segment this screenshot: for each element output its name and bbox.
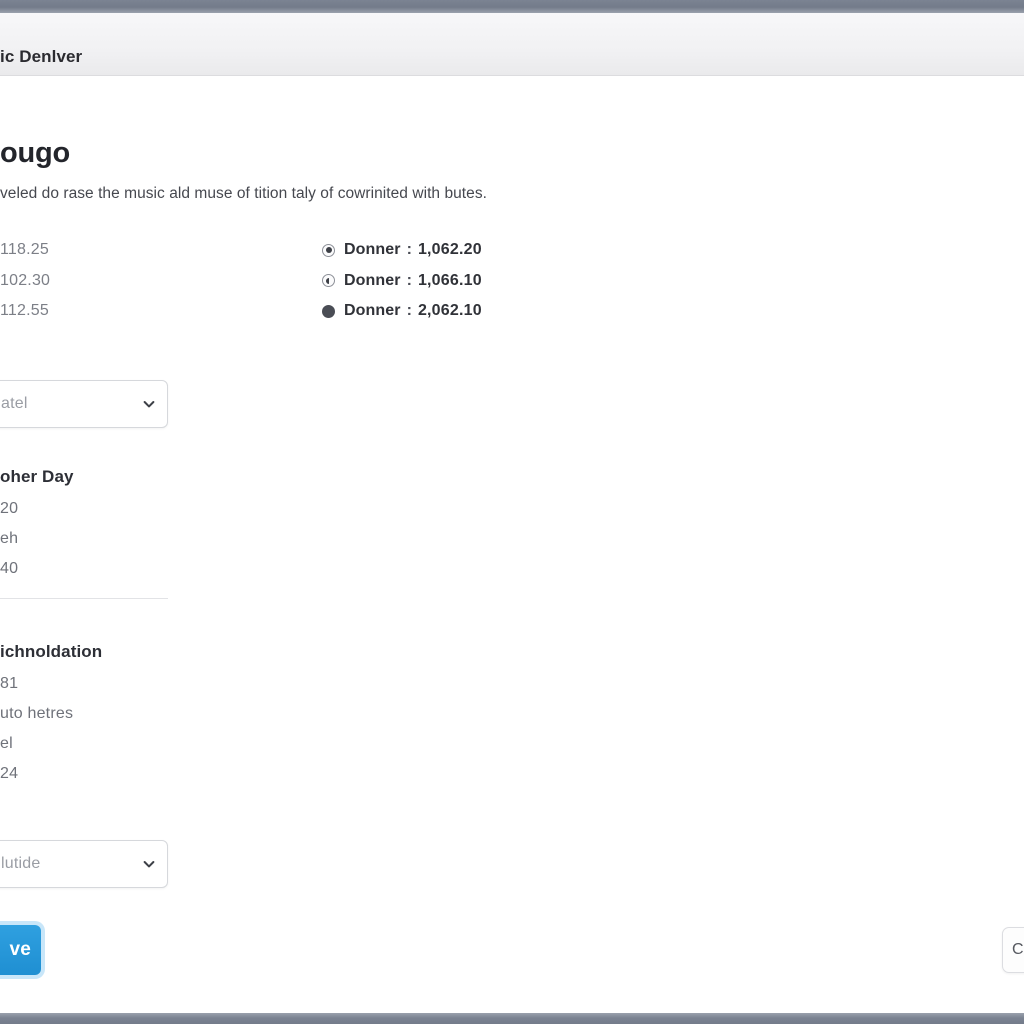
section-divider	[0, 598, 168, 599]
tab-strip: ic Denlver	[0, 13, 1024, 76]
window-statusbar	[0, 1013, 1024, 1024]
form-content-area: ougo veled do rase the music ald muse of…	[0, 77, 1024, 1013]
donation-options-group: Donner : 1,062.20 Donner : 1,066.10 Donn…	[322, 235, 482, 327]
application-window: ic Denlver ougo veled do rase the music …	[0, 0, 1024, 1024]
donor-amount: 1,062.20	[417, 241, 482, 259]
save-button[interactable]: ve	[0, 925, 41, 975]
amount-value: 118.25	[0, 241, 49, 258]
schedule-heading: oher Day	[0, 467, 74, 486]
donor-separator: :	[406, 271, 412, 289]
page-description: veled do rase the music ald muse of titi…	[0, 185, 487, 202]
schedule-line: 20	[0, 500, 19, 517]
tab-active-label[interactable]: ic Denlver	[0, 47, 82, 67]
contribution-block: ichnoldation 81 uto hetres el 24	[0, 642, 260, 789]
contribution-line: uto hetres	[0, 705, 74, 722]
location-select-value: atel	[1, 395, 28, 412]
frequency-select[interactable]: lutide	[0, 840, 168, 888]
donor-amount: 2,062.10	[417, 302, 482, 320]
location-select[interactable]: atel	[0, 380, 168, 428]
schedule-block: oher Day 20 eh 40	[0, 467, 260, 584]
donation-option-row[interactable]: Donner : 1,066.10	[322, 266, 482, 297]
contribution-line: 24	[0, 765, 19, 782]
donation-option-row[interactable]: Donner : 2,062.10	[322, 296, 482, 327]
schedule-line: eh	[0, 530, 19, 547]
radio-button-icon[interactable]	[322, 274, 335, 288]
amount-value: 112.55	[0, 302, 49, 319]
donor-separator: :	[406, 241, 412, 259]
chevron-down-icon[interactable]	[141, 396, 157, 412]
contribution-line: 81	[0, 675, 19, 692]
contribution-heading: ichnoldation	[0, 642, 103, 661]
donor-name: Donner	[344, 241, 401, 259]
radio-button-icon[interactable]	[322, 243, 335, 257]
amount-value: 102.30	[0, 271, 51, 289]
frequency-select-value: lutide	[1, 855, 41, 872]
amounts-left-column: 118.25 102.30 112.55	[0, 235, 140, 327]
donor-separator: :	[406, 302, 412, 320]
donation-option-row[interactable]: Donner : 1,062.20	[322, 235, 482, 266]
donor-name: Donner	[344, 271, 401, 289]
donor-name: Donner	[344, 302, 401, 320]
radio-button-icon[interactable]	[322, 304, 335, 318]
secondary-action-button[interactable]: C	[1002, 927, 1024, 973]
contribution-line: el	[0, 735, 13, 752]
chevron-down-icon[interactable]	[141, 856, 157, 872]
window-titlebar	[0, 0, 1024, 13]
secondary-action-label: C	[1012, 941, 1024, 958]
page-title: ougo	[0, 137, 71, 169]
donor-amount: 1,066.10	[417, 271, 482, 289]
schedule-line: 40	[0, 560, 19, 577]
